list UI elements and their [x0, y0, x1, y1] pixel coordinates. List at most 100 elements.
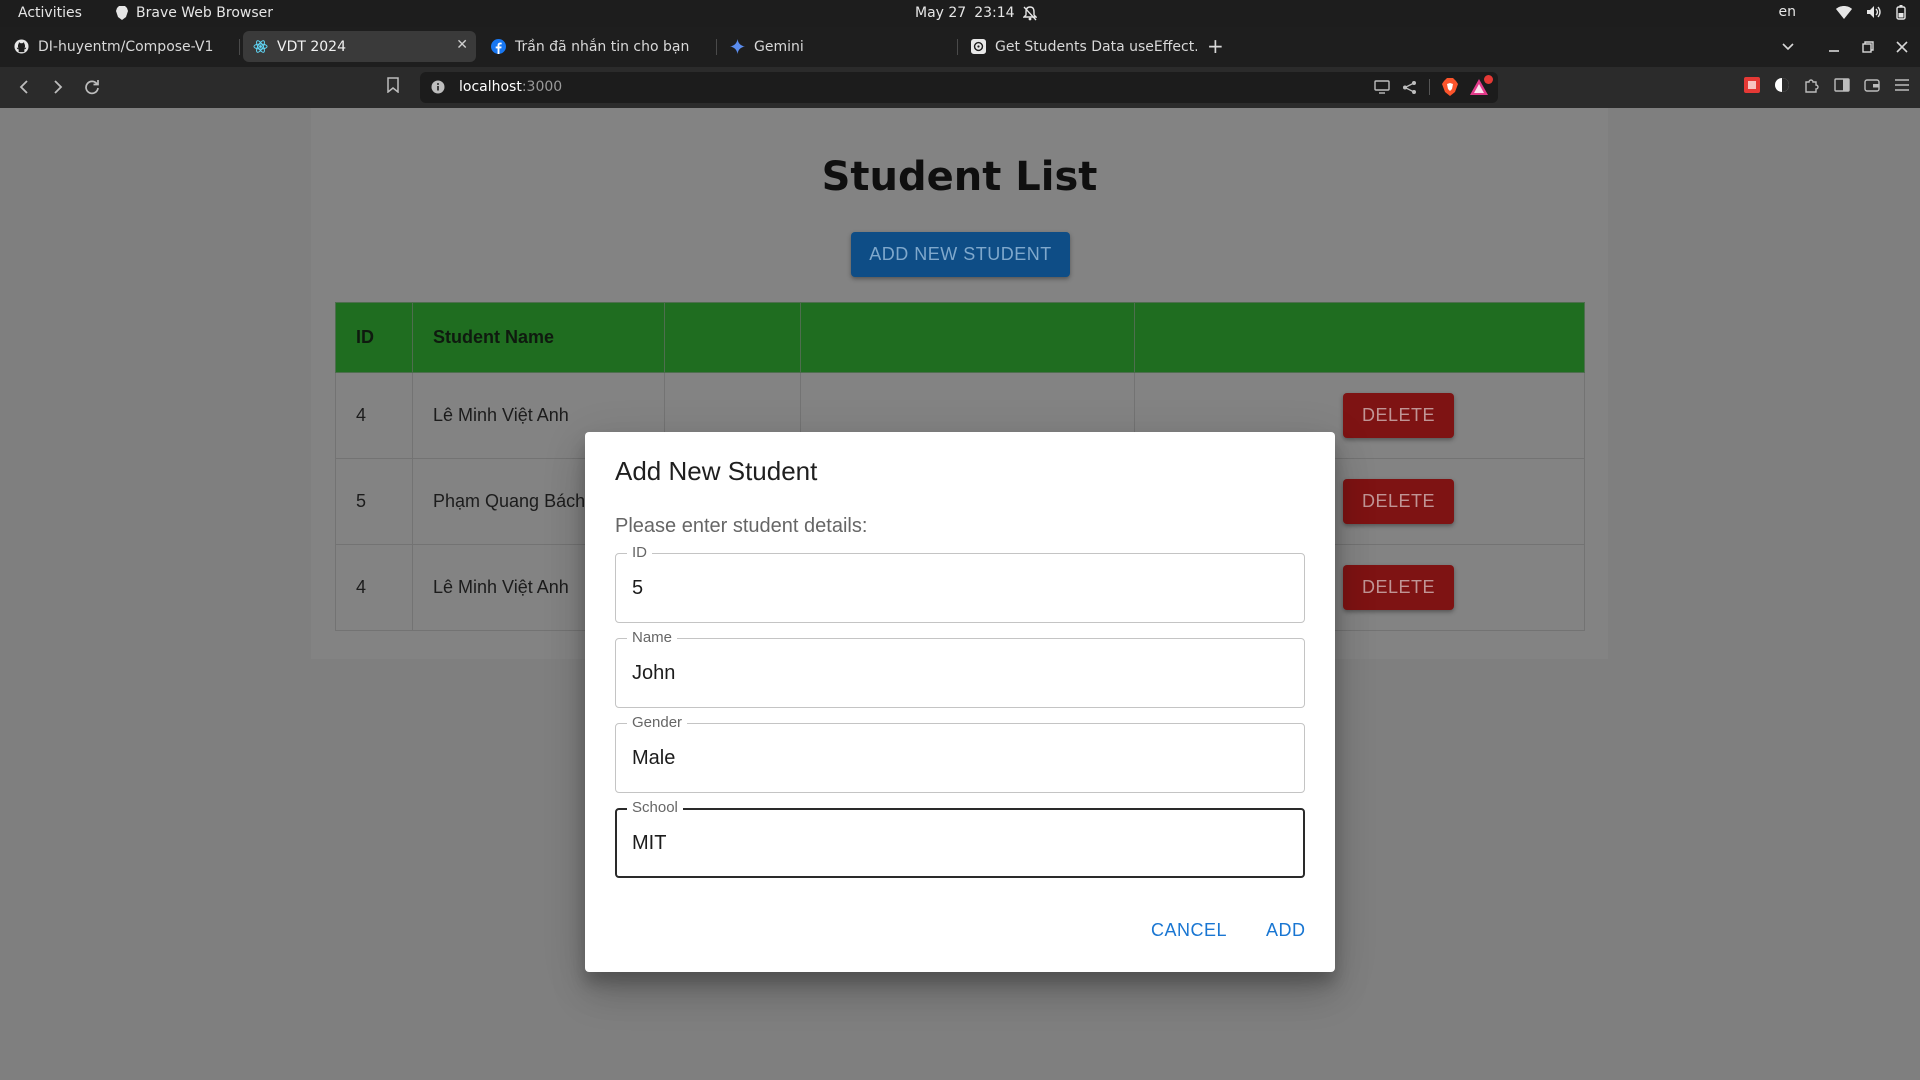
- name-field[interactable]: Name: [615, 630, 1305, 708]
- tab-divider: [957, 39, 958, 55]
- bookmark-button[interactable]: [387, 77, 399, 98]
- cell-id: 4: [335, 372, 413, 459]
- field-label: Gender: [627, 715, 688, 731]
- url-host: localhost: [459, 79, 522, 95]
- address-bar[interactable]: localhost:3000: [420, 72, 1498, 103]
- field-label: ID: [627, 545, 652, 561]
- bell-icon: [1022, 5, 1037, 20]
- url-port: :3000: [521, 79, 563, 95]
- tab-gemini[interactable]: Gemini: [720, 31, 952, 62]
- name-input[interactable]: [632, 655, 1272, 691]
- new-tab-button[interactable]: +: [1207, 34, 1224, 58]
- cancel-button[interactable]: CANCEL: [1151, 920, 1227, 941]
- tab-vdt-2024[interactable]: VDT 2024 ✕: [243, 31, 476, 62]
- delete-button[interactable]: DELETE: [1343, 479, 1454, 524]
- tab-chatgpt[interactable]: Get Students Data useEffect.: [961, 31, 1197, 62]
- clock-time: 23:14: [974, 5, 1015, 21]
- tab-divider: [239, 39, 240, 55]
- url-text[interactable]: localhost:3000: [459, 79, 562, 95]
- clock[interactable]: May 27 23:14: [915, 5, 1037, 21]
- tab-label: Trần đã nhắn tin cho bạn: [515, 38, 690, 55]
- clock-date: May 27: [915, 5, 967, 21]
- browser-toolbar: localhost:3000: [0, 67, 1920, 108]
- add-button[interactable]: ADD: [1266, 920, 1306, 941]
- tab-close-icon[interactable]: ✕: [456, 37, 468, 53]
- extensions-area: [1744, 77, 1910, 93]
- gender-input[interactable]: [632, 740, 1272, 776]
- add-new-student-button[interactable]: ADD NEW STUDENT: [851, 232, 1070, 277]
- cell-id: 4: [335, 544, 413, 631]
- page-title: Student List: [821, 154, 1098, 200]
- forward-button[interactable]: [48, 77, 68, 97]
- brave-lion-icon: [116, 6, 128, 20]
- table-header-row: ID Student Name: [335, 302, 1585, 373]
- site-info-icon[interactable]: [431, 80, 445, 99]
- close-window-icon[interactable]: [1896, 41, 1908, 53]
- back-arrow-icon: [19, 80, 28, 94]
- school-input[interactable]: [632, 825, 1272, 861]
- app-name: Brave Web Browser: [136, 5, 273, 21]
- gender-field[interactable]: Gender: [615, 715, 1305, 793]
- column-header-student-name: Student Name: [412, 302, 665, 373]
- tab-divider: [716, 39, 717, 55]
- sidebar-icon[interactable]: [1834, 78, 1850, 92]
- tab-github[interactable]: DI-huyentm/Compose-V1: [4, 31, 234, 62]
- tab-strip: DI-huyentm/Compose-V1 VDT 2024 ✕ Trần đã…: [0, 27, 1920, 67]
- brave-shields-icon[interactable]: [1442, 78, 1458, 96]
- forward-arrow-icon: [54, 80, 63, 94]
- app-menu[interactable]: Brave Web Browser: [116, 5, 273, 21]
- id-field[interactable]: ID: [615, 545, 1305, 623]
- id-input[interactable]: [632, 570, 1272, 606]
- reload-icon: [85, 80, 99, 95]
- extension-red-icon[interactable]: [1744, 77, 1760, 93]
- react-icon: [253, 39, 268, 54]
- column-header-id: ID: [335, 302, 413, 373]
- cell-id: 5: [335, 458, 413, 545]
- tab-list-chevron-icon[interactable]: [1782, 43, 1794, 51]
- column-header-actions: [1134, 302, 1585, 373]
- dialog-instructions: Please enter student details:: [615, 515, 868, 537]
- notification-dot: [1484, 75, 1493, 84]
- tab-label: DI-huyentm/Compose-V1: [38, 38, 214, 55]
- tab-label: Gemini: [754, 38, 804, 55]
- dialog-title: Add New Student: [615, 456, 818, 486]
- menu-icon[interactable]: [1894, 78, 1910, 92]
- column-header: [664, 302, 801, 373]
- wallet-icon[interactable]: [1864, 78, 1880, 92]
- cast-icon[interactable]: [1374, 80, 1390, 94]
- delete-button[interactable]: DELETE: [1343, 565, 1454, 610]
- extensions-puzzle-icon[interactable]: [1804, 77, 1820, 93]
- column-header: [800, 302, 1135, 373]
- bookmark-icon: [387, 77, 399, 94]
- back-button[interactable]: [14, 77, 34, 97]
- navigation-buttons: [14, 77, 102, 97]
- language-indicator[interactable]: en: [1779, 4, 1797, 20]
- brave-rewards-button[interactable]: [1470, 75, 1493, 95]
- reload-button[interactable]: [82, 77, 102, 97]
- github-icon: [14, 39, 29, 54]
- volume-icon: [1867, 6, 1881, 18]
- field-label: Name: [627, 630, 678, 646]
- tab-label: Get Students Data useEffect.: [995, 38, 1197, 55]
- system-tray[interactable]: en: [1779, 4, 1907, 20]
- extension-circle-icon[interactable]: [1774, 77, 1790, 93]
- os-top-bar: Activities Brave Web Browser May 27 23:1…: [0, 0, 1920, 27]
- tab-facebook[interactable]: Trần đã nhắn tin cho bạn: [481, 31, 711, 62]
- share-icon[interactable]: [1402, 80, 1417, 95]
- facebook-icon: [491, 39, 506, 54]
- battery-icon: [1896, 4, 1906, 20]
- tab-label: VDT 2024: [277, 38, 346, 55]
- school-field[interactable]: School: [615, 800, 1305, 878]
- wifi-icon: [1836, 5, 1852, 19]
- toolbar-divider: [1429, 79, 1430, 95]
- activities-button[interactable]: Activities: [18, 5, 82, 21]
- page-viewport: Student List ADD NEW STUDENT ID Student …: [0, 108, 1920, 1080]
- add-student-dialog: Add New Student Please enter student det…: [585, 432, 1335, 972]
- delete-button[interactable]: DELETE: [1343, 393, 1454, 438]
- minimize-icon[interactable]: [1828, 41, 1840, 53]
- restore-icon[interactable]: [1862, 41, 1874, 53]
- chatgpt-icon: [971, 39, 986, 54]
- window-controls: [1782, 27, 1920, 67]
- gemini-icon: [730, 39, 745, 54]
- field-label: School: [627, 800, 683, 816]
